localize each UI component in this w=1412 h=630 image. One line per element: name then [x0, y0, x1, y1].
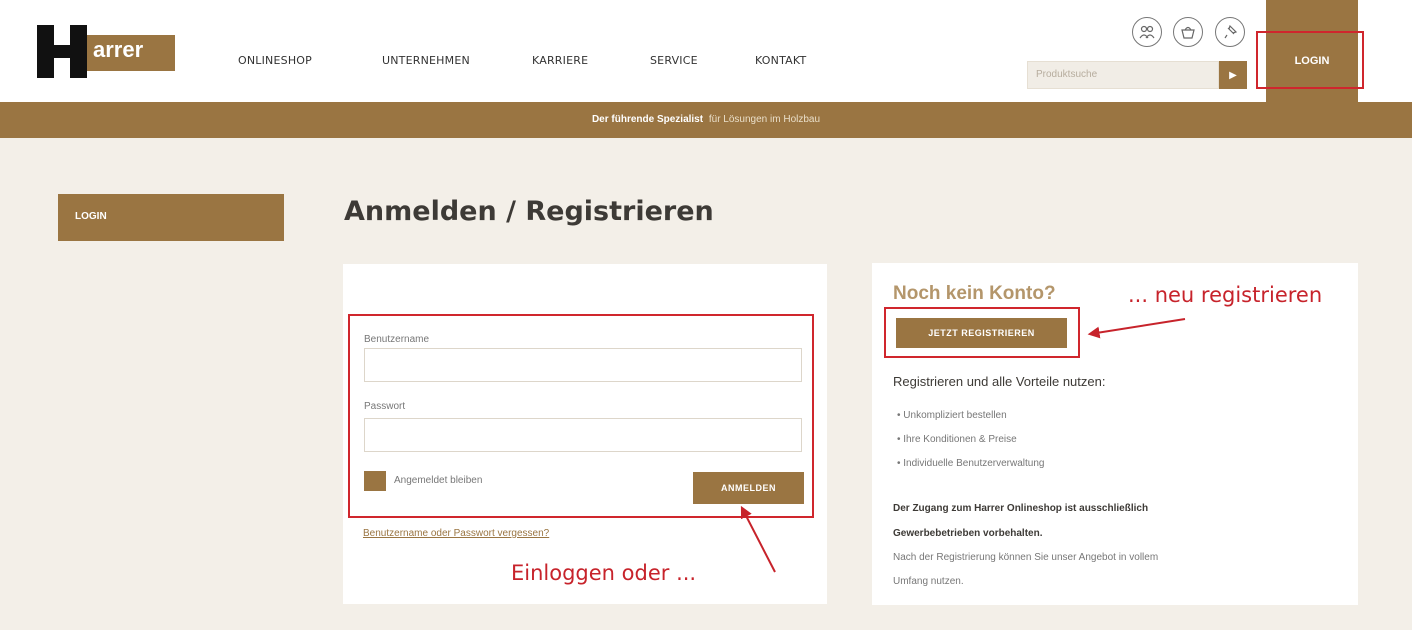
- register-arrow: [1087, 318, 1186, 339]
- login-arrow: [740, 505, 776, 573]
- annotation-arrows: [740, 318, 1186, 573]
